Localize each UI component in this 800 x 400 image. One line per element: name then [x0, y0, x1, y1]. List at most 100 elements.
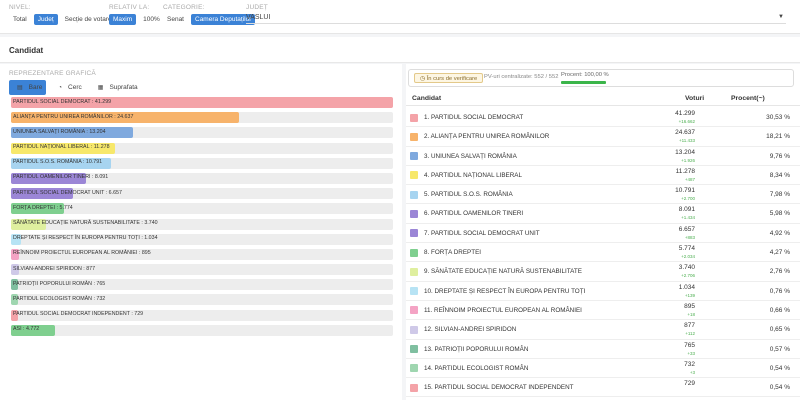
bar-label: PARTIDUL OAMENILOR TINERI : 8.091 [13, 174, 109, 181]
table-row[interactable]: 8. FORȚA DREPTEI 5.774 +2.034 4,27 % [406, 243, 800, 263]
table-row[interactable]: 3. UNIUNEA SALVAȚI ROMÂNIA 13.204 +1.926 9,… [406, 147, 800, 166]
status-box: ◷ În curs de verificare PV-uri centraliz… [408, 69, 794, 87]
candidate-name: 15. PARTIDUL SOCIAL DEMOCRAT INDEPENDENT [424, 384, 574, 392]
candidate-name: 5. PARTIDUL S.O.S. ROMÂNIA [424, 191, 513, 199]
vote-count: 8.091 [678, 206, 695, 214]
relativ-option[interactable]: Maxim [109, 14, 137, 25]
bar-label: UNIUNEA SALVAȚI ROMÂNIA : 13.204 [13, 128, 106, 135]
table-row[interactable]: 1. PARTIDUL SOCIAL DEMOCRAT 41.299 +16.662… [406, 108, 800, 128]
relativ-option[interactable]: 100% [139, 14, 164, 25]
vote-count: 732 [684, 360, 695, 368]
judet-label: JUDEȚ [246, 4, 268, 11]
bar-track: SILVIAN-ANDREI SPIRIDON : 877 [11, 264, 393, 276]
view-option-bare[interactable]: ▤ Bare [9, 80, 47, 95]
nivel-group: NIVEL: Total Județ Secție de votare [9, 4, 116, 25]
bar-label: PARTIDUL S.O.S. ROMÂNIA : 10.791 [13, 159, 103, 166]
color-swatch [410, 267, 418, 276]
vote-percent: 0,66 % [769, 306, 790, 314]
vote-percent: 4,92 % [769, 229, 790, 237]
categorie-option[interactable]: Senat [163, 14, 188, 25]
vote-count: 877 [684, 322, 695, 330]
candidate-name: 14. PARTIDUL ECOLOGIST ROMÂN [424, 364, 529, 372]
table-row[interactable]: 5. PARTIDUL S.O.S. ROMÂNIA 10.791 +2.700 7,… [406, 185, 800, 205]
chart-view-toggle: ▤ Bare ◔ Cerc ▦ Suprafata [9, 80, 142, 95]
color-swatch [410, 152, 418, 161]
candidate-name: 12. SILVIAN-ANDREI SPIRIDON [424, 326, 517, 334]
relativ-segmented-control: Maxim 100% [109, 14, 164, 25]
section-title: Candidat [9, 46, 44, 55]
vote-delta: +883 [684, 234, 695, 240]
judet-select[interactable]: VASLUI ▼ [246, 14, 786, 24]
table-row[interactable]: 9. SĂNĂTATE EDUCAȚIE NATURĂ SUSTENABILIT… [406, 262, 800, 282]
candidate-name: 13. PATRIOȚII POPORULUI ROMÂN [424, 345, 529, 353]
table-row[interactable]: 10. DREPTATE ȘI RESPECT ÎN EUROPA PENTRU… [406, 282, 800, 301]
vote-delta: +112 [685, 331, 695, 337]
vote-delta: +11.433 [678, 138, 695, 144]
vote-delta: +2.700 [681, 196, 695, 202]
bar-track: PATRIOȚII POPORULUI ROMÂN : 765 [11, 279, 393, 291]
table-header: Candidat Voturi Procent(~) [406, 94, 800, 106]
bar-track: ALIANȚA PENTRU UNIREA ROMÂNILOR : 24.637 [11, 112, 393, 124]
vote-count: 24.637 [675, 129, 695, 137]
view-option-cerc[interactable]: ◔ Cerc [50, 80, 85, 95]
table-row[interactable]: 2. ALIANȚA PENTRU UNIREA ROMÂNILOR 24.637… [406, 127, 800, 147]
color-swatch [410, 132, 418, 141]
bar-track: PARTIDUL S.O.S. ROMÂNIA : 10.791 [11, 157, 393, 169]
categorie-segmented-control: Senat Camera Deputaților [163, 14, 256, 25]
chevron-down-icon: ▼ [778, 14, 784, 20]
table-row[interactable]: 13. PATRIOȚII POPORULUI ROMÂN 765 +33 0,57 … [406, 340, 800, 359]
results-table: 1. PARTIDUL SOCIAL DEMOCRAT 41.299 +16.662… [406, 108, 800, 398]
circle-icon: ◔ [58, 84, 63, 91]
bar-label: DREPTATE ȘI RESPECT ÎN EUROPA PENTRU TOȚ… [13, 235, 158, 242]
vote-percent: 18,21 % [766, 133, 790, 141]
table-row[interactable]: 15. PARTIDUL SOCIAL DEMOCRAT INDEPENDENT… [406, 378, 800, 398]
nivel-option[interactable]: Județ [33, 14, 58, 25]
color-swatch [410, 248, 418, 257]
candidate-name: 7. PARTIDUL SOCIAL DEMOCRAT UNIT [424, 229, 540, 237]
vote-percent: 0,54 % [769, 384, 790, 392]
nivel-option[interactable]: Total [9, 14, 31, 25]
status-badge: ◷ În curs de verificare [414, 73, 484, 83]
col-voturi[interactable]: Voturi [685, 95, 704, 102]
vote-count: 11.278 [675, 167, 695, 175]
bar-track: DREPTATE ȘI RESPECT ÎN EUROPA PENTRU TOȚ… [11, 233, 393, 245]
bar-track: PARTIDUL OAMENILOR TINERI : 8.091 [11, 172, 393, 184]
table-row[interactable]: 12. SILVIAN-ANDREI SPIRIDON 877 +112 0,65 % [406, 320, 800, 340]
color-swatch [410, 171, 418, 180]
clock-icon: ◷ [420, 76, 426, 82]
table-row[interactable]: 7. PARTIDUL SOCIAL DEMOCRAT UNIT 6.657 +88… [406, 224, 800, 244]
bar-label: FORȚA DREPTEI : 5.774 [13, 204, 73, 211]
table-row[interactable]: 14. PARTIDUL ECOLOGIST ROMÂN 732 +3 0,54 % [406, 359, 800, 379]
color-swatch [410, 229, 418, 238]
vote-percent: 0,65 % [769, 326, 790, 334]
bar-track: PARTIDUL SOCIAL DEMOCRAT : 41.299 [11, 97, 393, 108]
nivel-option[interactable]: Secție de votare [61, 14, 116, 25]
table-row[interactable]: 4. PARTIDUL NAȚIONAL LIBERAL 11.278 +487 8,… [406, 166, 800, 186]
nivel-label: NIVEL: [9, 4, 31, 11]
bar-label: PARTIDUL NAȚIONAL LIBERAL : 11.278 [13, 144, 110, 151]
bar-label: SĂNĂTATE EDUCAȚIE NATURĂ SUSTENABILITATE… [13, 220, 158, 226]
view-option-suprafata[interactable]: ▦ Suprafata [90, 80, 142, 95]
candidate-name: 1. PARTIDUL SOCIAL DEMOCRAT [424, 114, 524, 121]
col-procent[interactable]: Procent(~) [731, 95, 765, 102]
bar-track: PARTIDUL NAȚIONAL LIBERAL : 11.278 [11, 142, 393, 154]
candidate-name: 6. PARTIDUL OAMENILOR TINERI [424, 210, 524, 218]
categorie-label: Categorie: [163, 4, 205, 11]
col-candidat[interactable]: Candidat [412, 95, 441, 102]
bar-track: FORȚA DREPTEI : 5.774 [11, 203, 393, 215]
vote-count: 3.740 [678, 264, 695, 272]
vote-delta: +487 [684, 176, 695, 182]
table-row[interactable]: 11. REÎNNOIM PROIECTUL EUROPEAN AL ROMÂN… [406, 301, 800, 321]
table-row[interactable]: 6. PARTIDUL OAMENILOR TINERI 8.091 +1.434 5… [406, 204, 800, 224]
color-swatch [410, 306, 418, 315]
bar-label: PARTIDUL SOCIAL DEMOCRAT UNIT : 6.657 [13, 189, 122, 196]
bar-label: PATRIOȚII POPORULUI ROMÂN : 765 [13, 280, 106, 287]
procent-text: Procent: 100,00 % [561, 72, 609, 78]
bar-label: PARTIDUL SOCIAL DEMOCRAT INDEPENDENT : 7… [13, 311, 144, 318]
bar-label: PARTIDUL SOCIAL DEMOCRAT : 41.299 [13, 98, 112, 105]
pv-count: PV-uri centralizate: 552 / 552 [484, 74, 559, 80]
vote-count: 41.299 [675, 110, 695, 117]
vote-count: 765 [684, 341, 695, 349]
bar-chart-icon: ▤ [17, 85, 23, 91]
vote-delta: +139 [684, 292, 695, 298]
